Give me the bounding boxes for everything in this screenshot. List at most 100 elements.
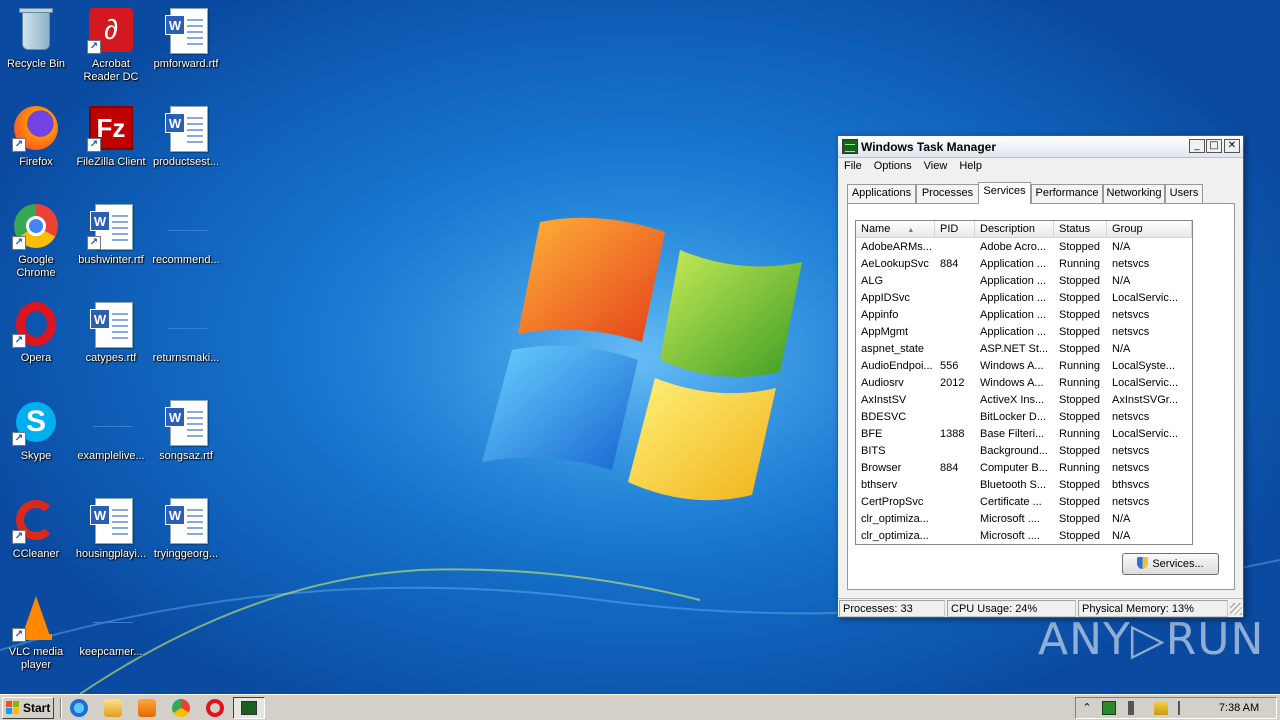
taskbar-task-manager[interactable] [233,697,265,719]
start-button[interactable]: Start [2,697,54,719]
desktop-icon-keepcamer[interactable]: keepcamer... [73,594,149,659]
menu-help[interactable]: Help [953,158,988,174]
show-hidden-icons[interactable]: ⌃ [1080,701,1094,715]
menu-file[interactable]: File [838,158,868,174]
chrome-icon[interactable] [172,699,190,717]
column-header-status[interactable]: Status [1054,221,1107,238]
cell-name: aspnet_state [861,343,924,355]
service-row[interactable]: CertPropSvc Certificate ... Stopped netsvcs [856,494,1190,511]
desktop-icon-productsest[interactable]: W productsest... [148,104,224,169]
firefox-icon: ↗ [12,104,60,152]
desktop-icon-label: Google Chrome [16,254,56,279]
service-row[interactable]: AudioEndpoi... 556 Windows A... Running Loca… [856,358,1190,375]
cell-description: ASP.NET St... [980,343,1049,355]
network-icon[interactable] [1102,701,1116,715]
cell-status: Stopped [1059,530,1100,542]
cell-group: netsvcs [1112,411,1150,423]
service-row[interactable]: clr_optimiza... Microsoft .... Stopped N/A [856,528,1190,544]
vertical-scrollbar[interactable]: ▲ ▼ [1192,221,1193,545]
service-row[interactable]: bthserv Bluetooth S... Stopped bthsvcs [856,477,1190,494]
service-row[interactable]: Audiosrv 2012 Windows A... Running LocalServ… [856,375,1190,392]
cell-description: Bluetooth S... [980,479,1047,491]
action-center-flag-icon[interactable] [1178,701,1192,715]
desktop-icon-ccleaner[interactable]: ↗ CCleaner [0,496,74,561]
internet-explorer-icon[interactable] [70,699,88,717]
cell-pid [935,290,975,307]
column-header-name[interactable]: Name ▲ [856,221,935,238]
desktop-icon-skype[interactable]: S ↗ Skype [0,398,74,463]
cell-name: AppMgmt [861,326,909,338]
service-row[interactable]: ALG Application ... Stopped N/A [856,273,1190,290]
service-row[interactable]: AppIDSvc Application ... Stopped LocalServi… [856,290,1190,307]
column-header-group[interactable]: Group [1107,221,1192,238]
service-row[interactable]: AppMgmt Application ... Stopped netsvcs [856,324,1190,341]
cell-pid: 1388 [940,428,965,440]
desktop-icon-housingplayi[interactable]: W housingplayi... [73,496,149,561]
desktop-icon-pmforward[interactable]: W pmforward.rtf [148,6,224,71]
cell-description: Certificate ... [980,496,1042,508]
cell-name: Audiosrv [861,377,904,389]
desktop-icon-acrobat-reader[interactable]: ∂ ↗ Acrobat Reader DC [73,6,149,84]
cell-group: bthsvcs [1112,479,1150,491]
title-bar[interactable]: Windows Task Manager _ □ ✕ [838,136,1243,158]
minimize-button[interactable]: _ [1189,139,1205,153]
close-button[interactable]: ✕ [1224,139,1240,153]
desktop-icon-recycle-bin[interactable]: Recycle Bin [0,6,74,71]
cell-pid [935,239,975,256]
desktop-icon-bushwinter[interactable]: W ↗ bushwinter.rtf [73,202,149,267]
services-button[interactable]: Services... [1122,553,1219,575]
desktop-icon-catypes[interactable]: W catypes.rtf [73,300,149,365]
desktop-icon-recommend[interactable]: recommend... [148,202,224,267]
service-row[interactable]: BDESVC BitLocker D... Stopped netsvcs [856,409,1190,426]
maximize-button[interactable]: □ [1206,139,1222,153]
desktop-icon-returnsmaki[interactable]: returnsmaki... [148,300,224,365]
status-processes: Processes: 33 [839,600,945,617]
task-manager-window[interactable]: Windows Task Manager _ □ ✕ File Options Vi… [837,135,1244,618]
service-row[interactable]: clr_optimiza... Microsoft .... Stopped N/A [856,511,1190,528]
cell-description: Application ... [980,275,1047,287]
desktop-icon-vlc[interactable]: ↗ VLC media player [0,594,74,672]
menu-view[interactable]: View [918,158,954,174]
skype-icon: S ↗ [12,398,60,446]
desktop-icon-examplelive[interactable]: examplelive... [73,398,149,463]
desktop-icon-firefox[interactable]: ↗ Firefox [0,104,74,169]
media-player-icon[interactable] [138,699,156,717]
column-header-description[interactable]: Description [975,221,1054,238]
desktop-icon-tryinggeorg[interactable]: W tryinggeorg... [148,496,224,561]
service-row[interactable]: aspnet_state ASP.NET St... Stopped N/A [856,341,1190,358]
service-row[interactable]: AdobeARMs... Adobe Acro... Stopped N/A [856,239,1190,256]
desktop-icon-opera[interactable]: ↗ Opera [0,300,74,365]
tab-services[interactable]: Services [978,182,1031,204]
desktop-icon-filezilla[interactable]: Fz ↗ FileZilla Client [73,104,149,169]
cell-name: CertPropSvc [861,496,924,508]
clock[interactable]: 7:38 AM [1209,698,1269,718]
service-row[interactable]: BFE 1388 Base Filteri... Running LocalServic… [856,426,1190,443]
services-list[interactable]: Name ▲ PID Description Status Group Adob… [855,220,1193,545]
tab-performance[interactable]: Performance [1031,184,1103,203]
tab-applications[interactable]: Applications [847,184,916,203]
tab-processes[interactable]: Processes [916,184,979,203]
tab-users[interactable]: Users [1165,184,1203,203]
power-icon[interactable] [1154,701,1168,715]
service-row[interactable]: AxInstSV ActiveX Ins... Stopped AxInstSVGr.… [856,392,1190,409]
service-row[interactable]: BITS Background... Stopped netsvcs [856,443,1190,460]
opera-icon[interactable] [206,699,224,717]
service-row[interactable]: Browser 884 Computer B... Running netsvcs [856,460,1190,477]
system-tray: ⌃ 7:38 AM [1075,697,1277,719]
column-header-pid[interactable]: PID [935,221,975,238]
tab-networking[interactable]: Networking [1103,184,1165,203]
desktop-icon-songsaz[interactable]: W songsaz.rtf [148,398,224,463]
volume-icon[interactable] [1128,701,1142,715]
opera-icon: ↗ [12,300,60,348]
service-row[interactable]: AeLookupSvc 884 Application ... Running nets… [856,256,1190,273]
desktop-icon-label: FileZilla Client [76,156,146,168]
file-explorer-icon[interactable] [104,699,122,717]
service-row[interactable]: Appinfo Application ... Stopped netsvcs [856,307,1190,324]
menu-options[interactable]: Options [868,158,918,174]
cell-description: Computer B... [980,462,1048,474]
menu-bar: File Options View Help [838,158,1243,178]
start-label: Start [23,701,51,715]
cell-name: Appinfo [861,309,899,321]
desktop-icon-google-chrome[interactable]: ↗ Google Chrome [0,202,74,280]
resize-grip-icon[interactable] [1230,603,1242,615]
